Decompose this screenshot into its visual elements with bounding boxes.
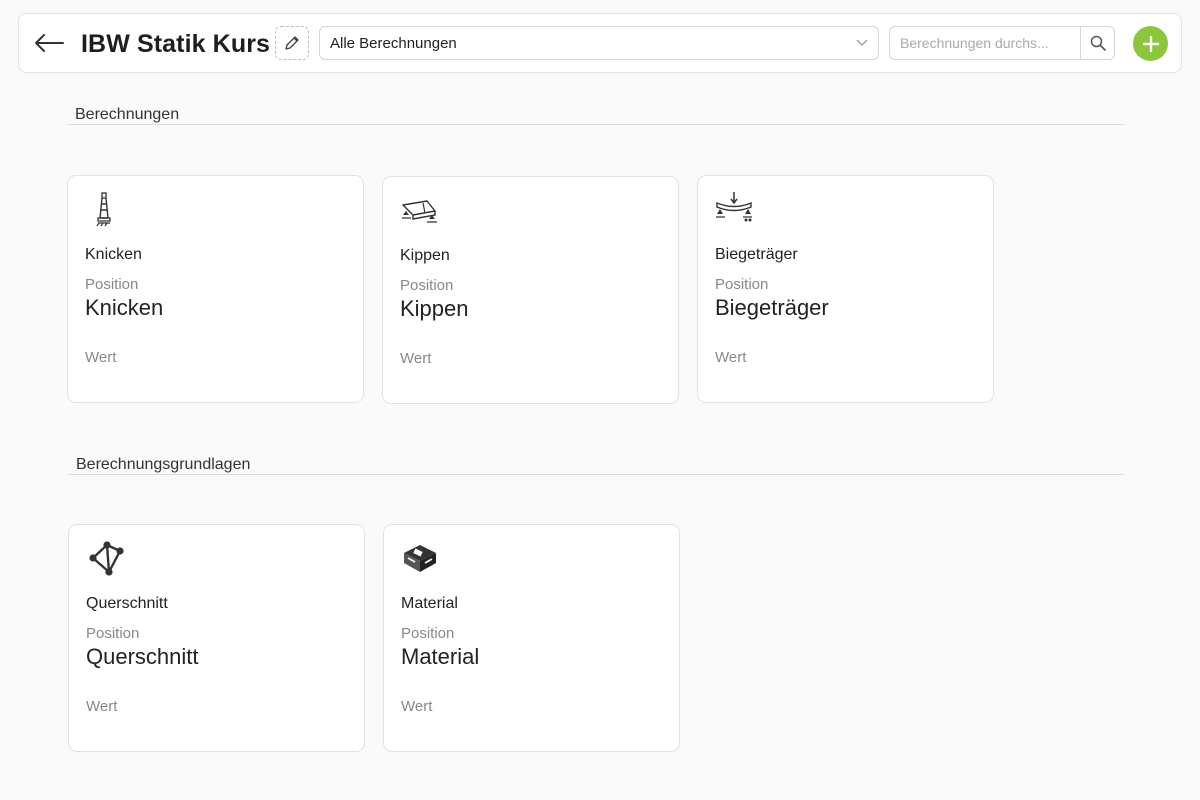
card-value-label: Wert — [401, 698, 433, 715]
pencil-icon — [285, 36, 299, 50]
card-title: Knicken — [85, 246, 142, 263]
chevron-down-icon — [856, 39, 868, 46]
card-position-label: Position — [401, 625, 455, 642]
search-icon — [1090, 35, 1106, 51]
search-box — [889, 26, 1115, 60]
search-button[interactable] — [1080, 27, 1114, 59]
card-title: Kippen — [400, 247, 450, 264]
card-position-label: Position — [715, 276, 769, 293]
card-position-value: Querschnitt — [86, 644, 199, 669]
material-icon — [404, 545, 436, 572]
filter-selected-value: Alle Berechnungen — [330, 34, 457, 52]
calculation-filter-select[interactable]: Alle Berechnungen — [319, 26, 879, 60]
card-value-label: Wert — [400, 350, 432, 367]
column-buckling-icon — [96, 192, 111, 227]
section-title-berechnungen: Berechnungen — [75, 106, 180, 123]
card-kippen[interactable]: Kippen Position Kippen Wert — [382, 176, 679, 404]
card-title: Material — [401, 595, 458, 612]
card-material[interactable]: Material Position Material Wert — [383, 524, 680, 752]
card-position-value: Material — [401, 644, 480, 669]
card-position-value: Biegeträger — [715, 295, 829, 320]
card-position-label: Position — [85, 276, 139, 293]
add-calculation-button[interactable] — [1133, 26, 1168, 61]
page-title: IBW Statik Kurs — [81, 30, 271, 58]
bending-beam-icon — [716, 192, 752, 222]
search-input[interactable] — [890, 27, 1080, 59]
card-biegetraeger[interactable]: Biegeträger Position Biegeträger Wert — [697, 175, 994, 403]
card-position-value: Knicken — [85, 295, 164, 320]
card-position-value: Kippen — [400, 296, 469, 321]
card-knicken[interactable]: Knicken Position Knicken Wert — [67, 175, 364, 403]
card-querschnitt[interactable]: Querschnitt Position Querschnitt Wert — [68, 524, 365, 752]
card-value-label: Wert — [85, 349, 117, 366]
section-divider — [68, 124, 1124, 125]
card-value-label: Wert — [86, 698, 118, 715]
header-bar: IBW Statik Kurs Alle Berechnungen — [18, 13, 1182, 73]
beam-tilting-icon — [402, 200, 437, 223]
section-divider — [68, 474, 1124, 475]
section-title-berechnungsgrundlagen: Berechnungsgrundlagen — [76, 456, 251, 473]
card-position-label: Position — [400, 277, 454, 294]
edit-title-button[interactable] — [275, 26, 309, 60]
arrow-left-icon — [35, 34, 64, 52]
card-title: Querschnitt — [86, 595, 168, 612]
plus-icon — [1142, 35, 1159, 52]
cross-section-icon — [89, 541, 124, 576]
card-title: Biegeträger — [715, 246, 798, 263]
back-button[interactable] — [31, 28, 67, 58]
card-value-label: Wert — [715, 349, 747, 366]
card-position-label: Position — [86, 625, 140, 642]
